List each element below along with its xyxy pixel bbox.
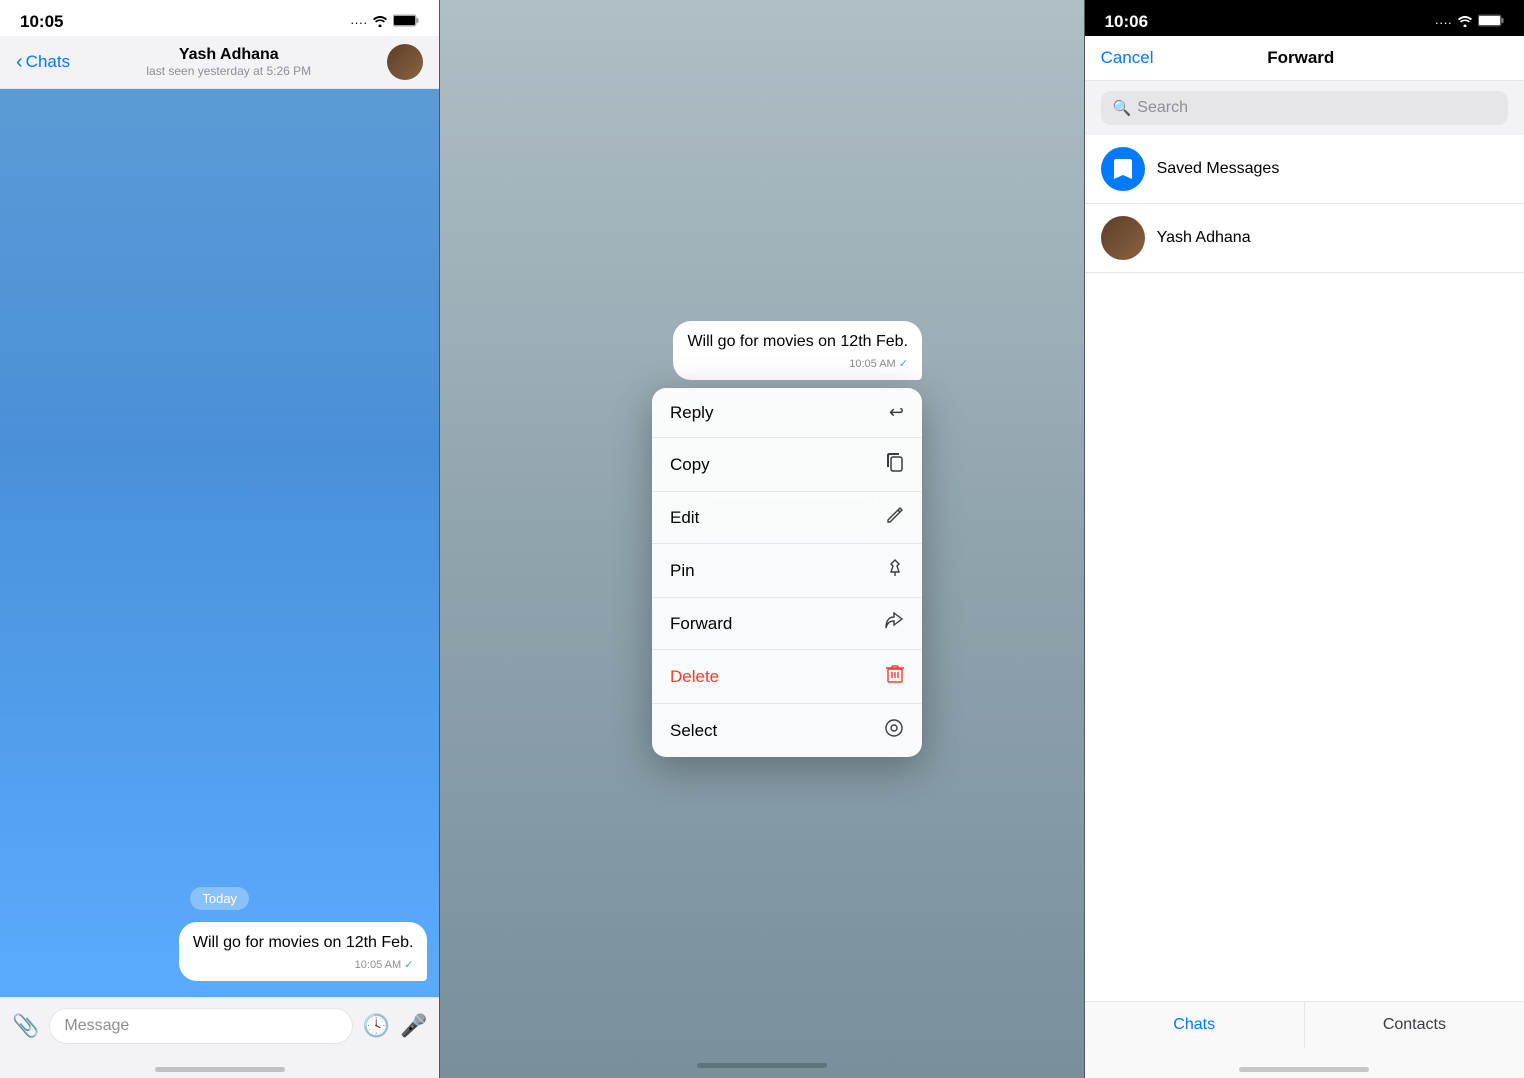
- context-message-check: ✓: [899, 358, 908, 370]
- home-indicator-context: [697, 1063, 827, 1068]
- cancel-button[interactable]: Cancel: [1101, 48, 1154, 68]
- chat-body: Today Will go for movies on 12th Feb. 10…: [0, 89, 439, 997]
- search-icon: 🔍: [1113, 99, 1132, 117]
- context-select-label: Select: [670, 721, 717, 741]
- avatar-image: [387, 44, 423, 80]
- emoji-button[interactable]: 🕓: [363, 1013, 390, 1039]
- context-wrapper: Will go for movies on 12th Feb. 10:05 AM…: [602, 321, 922, 757]
- message-placeholder: Message: [64, 1017, 129, 1034]
- context-select-icon: [884, 718, 904, 743]
- avatar-yash-adhana: [1101, 216, 1145, 260]
- contact-name: Yash Adhana: [70, 46, 387, 64]
- context-menu-copy[interactable]: Copy: [652, 438, 922, 492]
- message-time: 10:05 AM: [355, 959, 401, 971]
- battery-icon-forward: [1478, 14, 1504, 30]
- signal-icon-forward: ····: [1435, 15, 1452, 30]
- home-bar-context: [697, 1063, 827, 1068]
- back-label[interactable]: Chats: [26, 52, 70, 72]
- list-item-yash-adhana[interactable]: Yash Adhana: [1085, 204, 1524, 273]
- contact-status: last seen yesterday at 5:26 PM: [70, 64, 387, 78]
- search-placeholder: Search: [1137, 99, 1188, 117]
- date-badge-label: Today: [190, 887, 249, 910]
- message-bubble[interactable]: Will go for movies on 12th Feb. 10:05 AM…: [179, 922, 428, 981]
- context-delete-icon: [886, 664, 904, 689]
- context-menu-edit[interactable]: Edit: [652, 492, 922, 544]
- context-message-bubble: Will go for movies on 12th Feb. 10:05 AM…: [673, 321, 922, 380]
- tab-contacts[interactable]: Contacts: [1305, 1002, 1524, 1048]
- context-menu-forward[interactable]: Forward: [652, 598, 922, 650]
- message-text: Will go for movies on 12th Feb.: [193, 932, 414, 954]
- forward-header: Cancel Forward: [1085, 36, 1524, 81]
- tab-chats[interactable]: Chats: [1085, 1002, 1305, 1048]
- message-meta: 10:05 AM ✓: [193, 958, 414, 971]
- context-reply-icon: ↩: [889, 402, 904, 423]
- status-time-chat: 10:05: [20, 12, 63, 32]
- forward-title: Forward: [1267, 48, 1334, 68]
- avatar-saved-messages: [1101, 147, 1145, 191]
- context-delete-label: Delete: [670, 667, 719, 687]
- home-indicator-forward: [1085, 1048, 1524, 1078]
- tab-contacts-label: Contacts: [1383, 1016, 1446, 1034]
- chat-header: ‹ Chats Yash Adhana last seen yesterday …: [0, 36, 439, 89]
- context-copy-label: Copy: [670, 455, 710, 475]
- status-time-forward: 10:06: [1105, 12, 1148, 32]
- date-badge: Today: [12, 887, 427, 910]
- context-edit-label: Edit: [670, 508, 699, 528]
- context-menu-pin[interactable]: Pin: [652, 544, 922, 598]
- context-message-time: 10:05 AM: [849, 358, 895, 370]
- context-edit-icon: [886, 506, 904, 529]
- back-chevron-icon: ‹: [16, 51, 23, 74]
- signal-icon-chat: ····: [350, 15, 367, 30]
- home-bar-chat: [155, 1067, 285, 1072]
- forward-contact-list: Saved Messages Yash Adhana: [1085, 135, 1524, 1001]
- forward-bottom-tabs: Chats Contacts: [1085, 1001, 1524, 1048]
- context-menu-select[interactable]: Select: [652, 704, 922, 757]
- context-forward-icon: [884, 612, 904, 635]
- context-copy-icon: [886, 452, 904, 477]
- list-item-saved-messages[interactable]: Saved Messages: [1085, 135, 1524, 204]
- context-reply-label: Reply: [670, 403, 713, 423]
- battery-icon-chat: [393, 14, 419, 30]
- forward-search-bar: 🔍 Search: [1085, 81, 1524, 135]
- context-message-meta: 10:05 AM ✓: [687, 357, 908, 370]
- tab-chats-label: Chats: [1173, 1016, 1215, 1034]
- status-bar-forward: 10:06 ····: [1085, 0, 1524, 36]
- home-indicator-chat: [0, 1054, 439, 1078]
- context-message-text: Will go for movies on 12th Feb.: [687, 331, 908, 353]
- attach-button[interactable]: 📎: [12, 1013, 39, 1039]
- home-bar-forward: [1239, 1067, 1369, 1072]
- voice-button[interactable]: 🎤: [400, 1013, 427, 1039]
- chat-screen: 10:05 ···· ‹ Chats Yash Adhana last seen…: [0, 0, 439, 1078]
- status-icons-chat: ····: [350, 14, 419, 30]
- saved-messages-label: Saved Messages: [1157, 160, 1280, 178]
- message-check: ✓: [404, 959, 413, 971]
- wifi-icon-forward: [1457, 15, 1473, 30]
- forward-screen: 10:06 ···· Cancel Forward 🔍 Search: [1085, 0, 1524, 1078]
- context-menu: Reply ↩ Copy Edit: [652, 388, 922, 757]
- yash-adhana-label: Yash Adhana: [1157, 229, 1251, 247]
- chat-input-bar: 📎 Message 🕓 🎤: [0, 997, 439, 1054]
- context-pin-icon: [886, 558, 904, 583]
- context-menu-delete[interactable]: Delete: [652, 650, 922, 704]
- chat-header-info: Yash Adhana last seen yesterday at 5:26 …: [70, 46, 387, 78]
- message-input[interactable]: Message: [49, 1008, 352, 1044]
- context-forward-label: Forward: [670, 614, 732, 634]
- search-input-container[interactable]: 🔍 Search: [1101, 91, 1508, 125]
- status-icons-forward: ····: [1435, 14, 1504, 30]
- avatar[interactable]: [387, 44, 423, 80]
- context-menu-reply[interactable]: Reply ↩: [652, 388, 922, 438]
- context-menu-screen: Will go for movies on 12th Feb. 10:05 AM…: [440, 0, 1083, 1078]
- context-pin-label: Pin: [670, 561, 695, 581]
- back-button[interactable]: ‹ Chats: [16, 51, 70, 74]
- status-bar-chat: 10:05 ····: [0, 0, 439, 36]
- wifi-icon-chat: [372, 15, 388, 30]
